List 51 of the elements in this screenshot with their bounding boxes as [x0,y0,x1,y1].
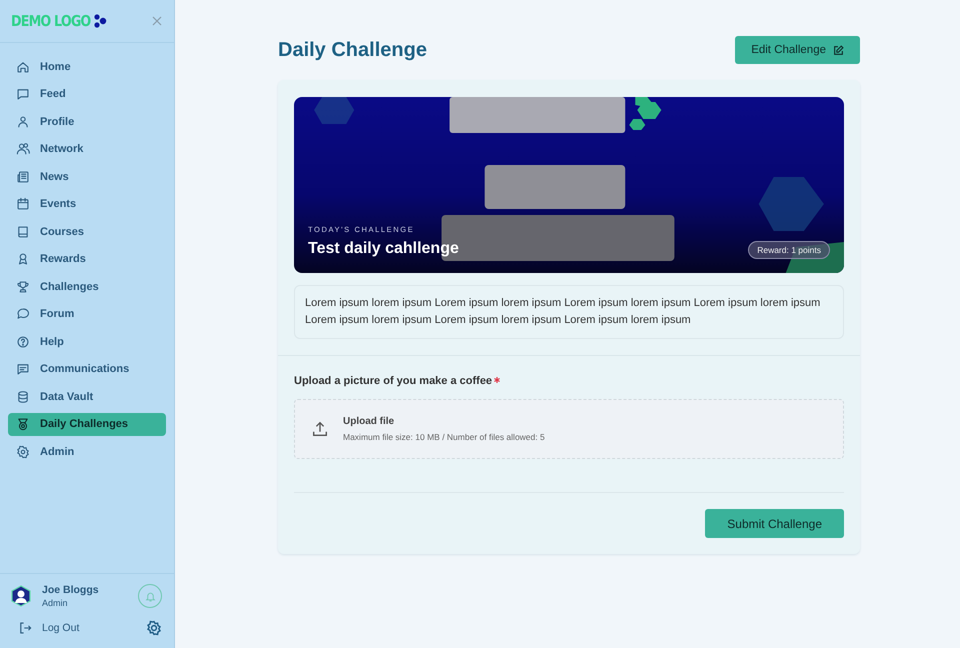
nav-item[interactable]: Events [8,192,166,216]
question-icon [16,334,30,349]
nav-item[interactable]: Daily Challenges [8,412,166,436]
upload-label: Upload a picture of you make a coffee [294,375,844,387]
user-role: Admin [42,598,69,608]
challenge-title: Test daily cahllenge [308,240,459,258]
nav-item[interactable]: Rewards [8,248,166,271]
upload-icon [311,420,329,438]
logout-link[interactable]: Log Out [10,620,162,636]
chat-icon [16,87,30,102]
nav-item[interactable]: Network [8,138,166,161]
edit-challenge-button[interactable]: Edit Challenge [735,36,860,64]
calendar-icon [16,197,30,212]
avatar-icon [10,585,32,607]
upload-hint: Maximum file size: 10 MB / Number of files allowed: 5 [343,432,545,442]
speech-bubble-icon [16,307,30,322]
challenge-description: Lorem ipsum lorem ipsum Lorem ipsum lorem ipsum Lorem ipsum lorem ipsum Lorem ipsum lorem ipsum Lorem ipsum lorem ipsum Lorem ipsum lorem ipsum Lorem ipsum lorem ipsum [294,285,844,339]
user-name: Joe Bloggs [42,584,99,596]
upload-dropzone[interactable]: Upload file Maximum file size: 10 MB / Number of files allowed: 5 [294,399,844,459]
book-icon [16,224,30,239]
home-icon [16,60,30,74]
person-icon [16,114,30,129]
nav-item[interactable]: Communications [8,358,166,381]
bell-icon[interactable] [138,584,162,608]
logout-icon [18,621,32,635]
nav-item[interactable]: Feed [8,82,166,106]
upload-title: Upload file [343,416,396,427]
nav-item[interactable]: Profile [8,110,166,134]
people-icon [16,142,30,156]
logo-text: DEMO LOGO [11,12,90,30]
nav-item[interactable]: Challenges [8,275,166,298]
nav-item[interactable]: Data Vault [8,385,166,408]
close-icon[interactable] [152,16,162,26]
nav-item[interactable]: News [8,165,166,188]
submit-challenge-button[interactable]: Submit Challenge [705,509,844,538]
edit-icon [833,44,844,56]
page-title: Daily Challenge [278,38,427,62]
nav-item[interactable]: Forum [8,302,166,326]
gear-icon [16,444,30,459]
gear-icon[interactable] [146,620,162,636]
reward-badge: Reward: 1 points [748,241,830,259]
nav-item[interactable]: Home [8,55,166,78]
trophy-icon [16,280,30,294]
message-icon [16,362,30,376]
newspaper-icon [16,170,30,184]
database-icon [16,390,30,404]
nav-item[interactable]: Courses [8,220,166,244]
medal-icon [16,417,30,432]
ribbon-icon [16,252,30,266]
nav-item[interactable]: Admin [8,440,166,464]
nav-item[interactable]: Help [8,330,166,354]
